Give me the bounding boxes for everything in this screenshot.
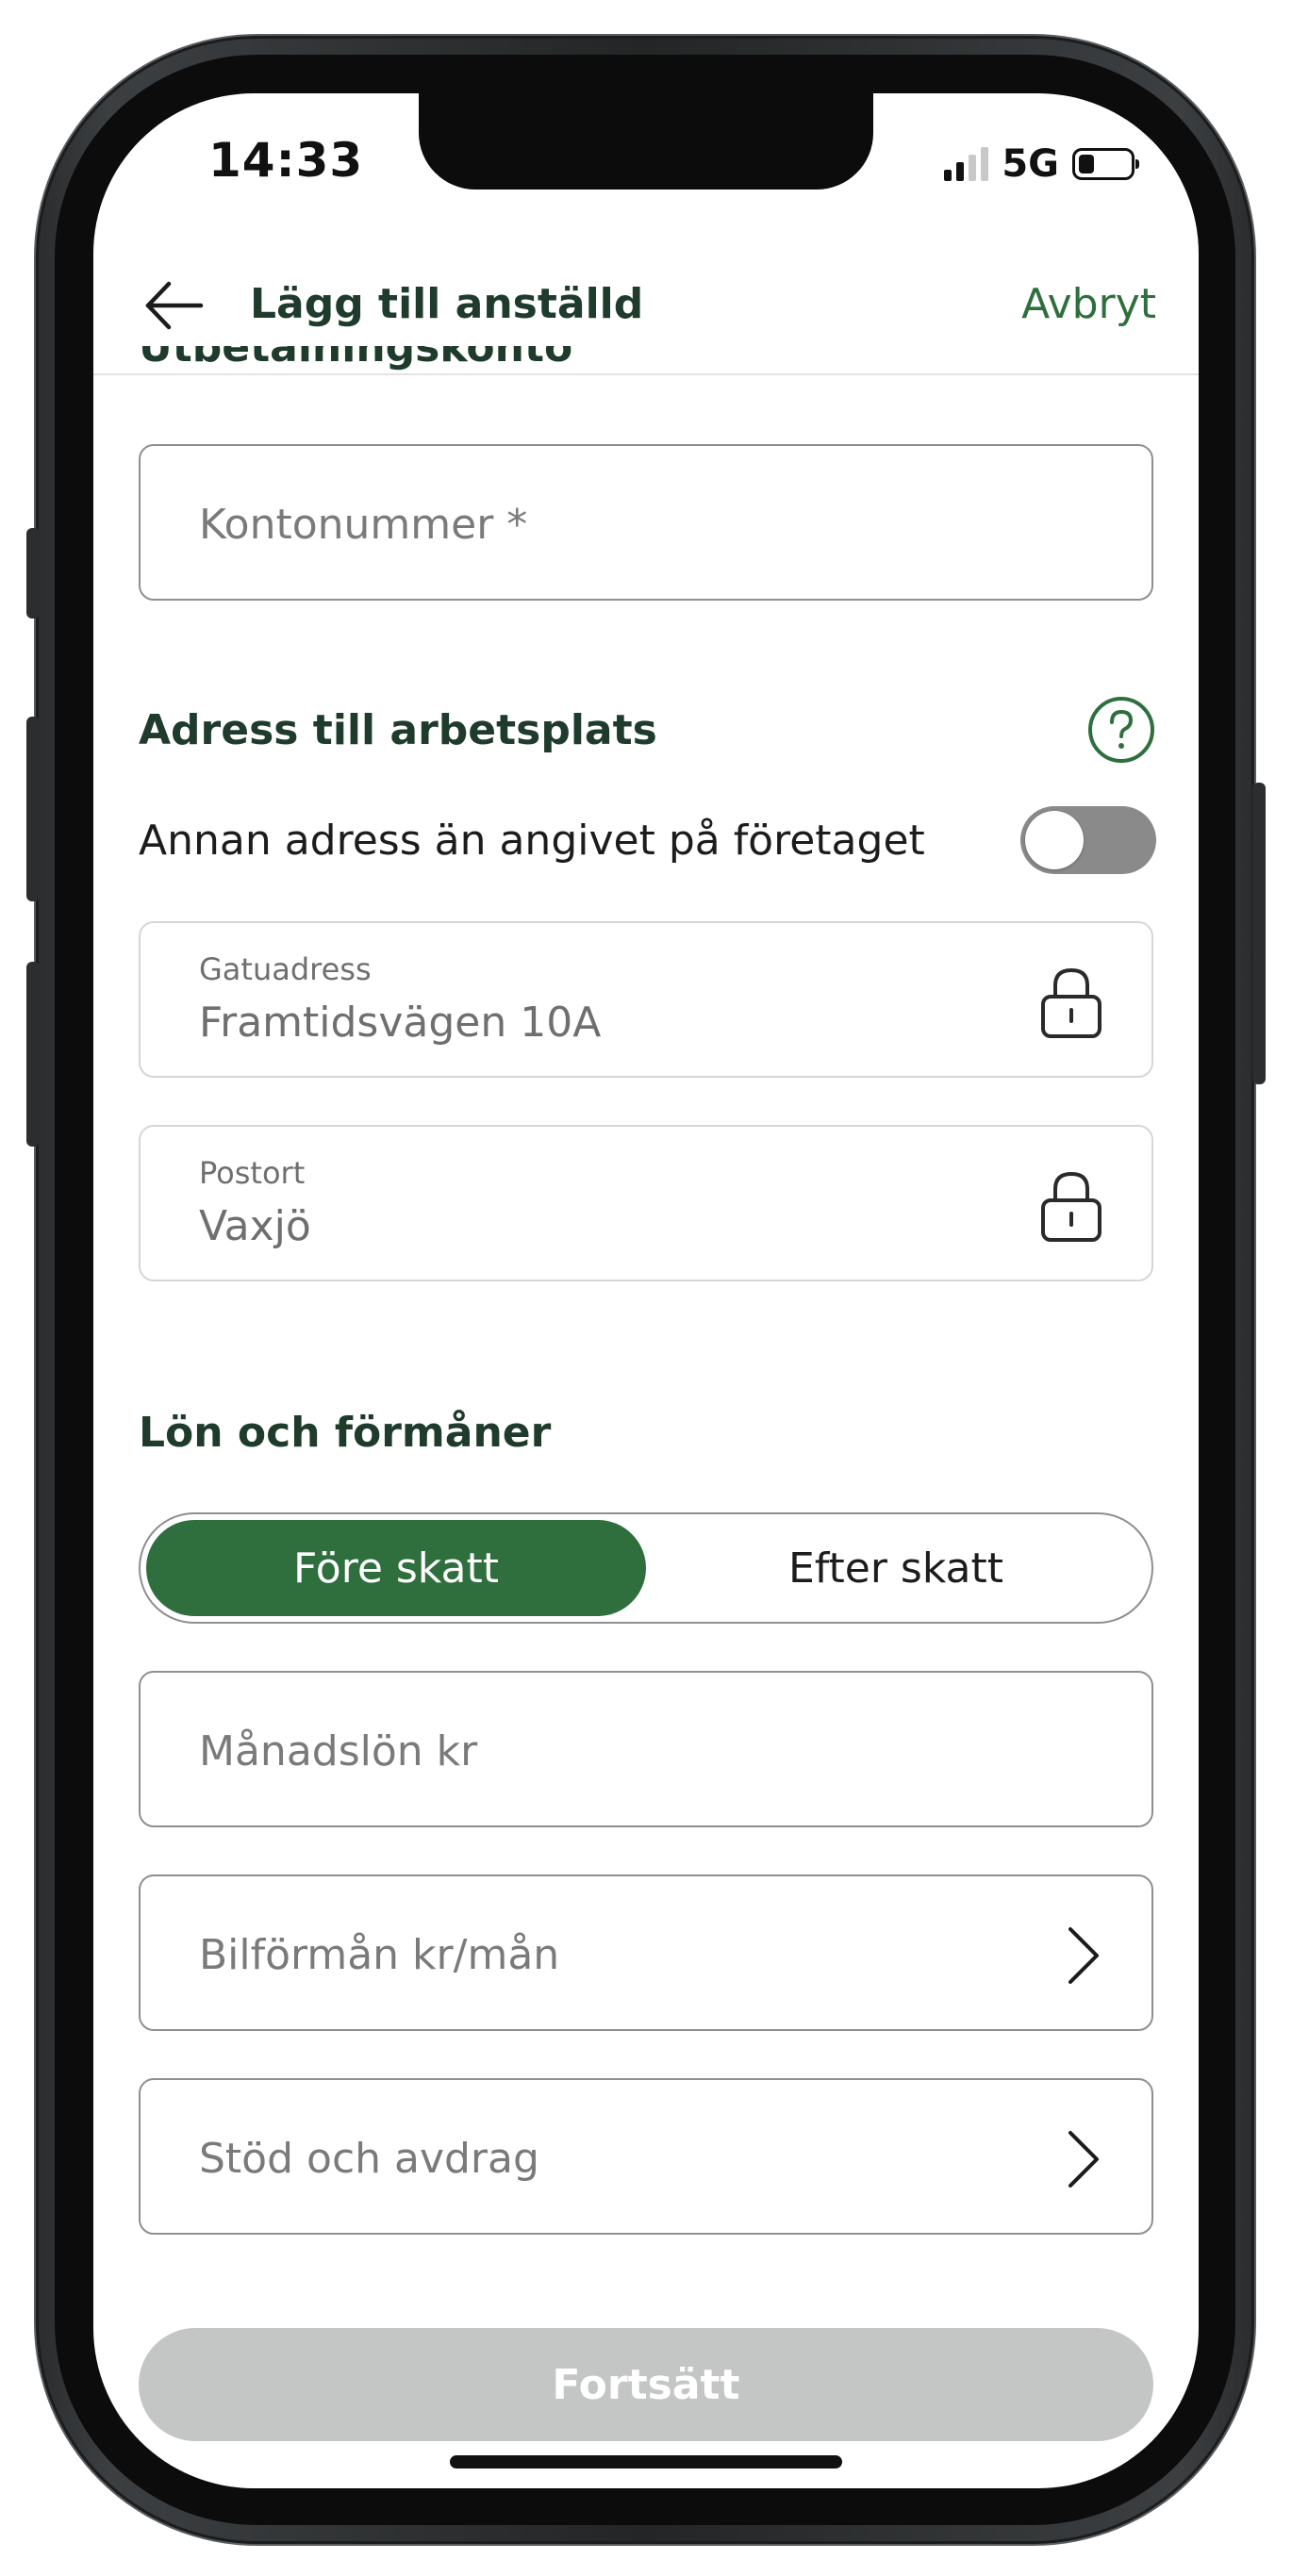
support-deductions-label: Stöd och avdrag (199, 2135, 539, 2183)
other-address-label: Annan adress än angivet på företaget (139, 817, 925, 865)
nav-header: Lägg till anställd Avbryt (93, 263, 1199, 357)
silent-switch (26, 528, 40, 619)
battery-tip (1135, 159, 1139, 169)
header-divider (93, 373, 1199, 375)
tax-segmented-control: Före skatt Efter skatt (139, 1512, 1153, 1624)
arrow-left-icon[interactable] (141, 272, 207, 339)
chevron-right-icon (1068, 1927, 1099, 1984)
notch (419, 93, 873, 190)
continue-button[interactable]: Fortsätt (139, 2328, 1153, 2441)
question-circle-icon[interactable] (1086, 695, 1156, 765)
monthly-salary-placeholder: Månadslön kr (199, 1727, 478, 1775)
status-time: 14:33 (208, 133, 364, 188)
network-type: 5G (1002, 142, 1059, 186)
salary-section-title: Lön och förmåner (139, 1409, 552, 1457)
street-address-value: Framtidsvägen 10A (199, 999, 602, 1047)
city-value: Vaxjö (199, 1202, 311, 1250)
account-number-input[interactable]: Kontonummer * (139, 444, 1153, 601)
segment-before-tax[interactable]: Före skatt (146, 1520, 646, 1616)
battery-fill (1079, 155, 1094, 173)
street-address-field: Gatuadress Framtidsvägen 10A (139, 921, 1153, 1078)
monthly-salary-input[interactable]: Månadslön kr (139, 1671, 1153, 1827)
workplace-section-title: Adress till arbetsplats (139, 706, 657, 754)
lock-icon (1041, 967, 1102, 1038)
car-benefit-row[interactable]: Bilförmån kr/mån (139, 1874, 1153, 2031)
home-indicator[interactable] (450, 2455, 842, 2469)
city-field: Postort Vaxjö (139, 1125, 1153, 1281)
volume-up-button (26, 717, 40, 901)
street-address-label: Gatuadress (199, 951, 372, 987)
status-indicators: 5G (944, 142, 1139, 186)
segment-after-tax[interactable]: Efter skatt (646, 1520, 1146, 1616)
cancel-button[interactable]: Avbryt (1021, 280, 1156, 328)
power-button (1252, 783, 1266, 1084)
chevron-right-icon (1068, 2131, 1099, 2188)
other-address-toggle[interactable] (1020, 806, 1156, 874)
cellular-signal-icon (944, 147, 989, 181)
battery-icon (1072, 148, 1139, 180)
device-stage: 14:33 5G Utbetalningskonto Lägg till ans… (0, 0, 1292, 2576)
toggle-knob (1025, 811, 1084, 869)
account-number-placeholder: Kontonummer * (199, 501, 528, 549)
support-deductions-row[interactable]: Stöd och avdrag (139, 2078, 1153, 2235)
screen: 14:33 5G Utbetalningskonto Lägg till ans… (93, 93, 1199, 2488)
volume-down-button (26, 962, 40, 1147)
city-label: Postort (199, 1155, 306, 1191)
page-title: Lägg till anställd (250, 280, 644, 328)
lock-icon (1041, 1171, 1102, 1242)
car-benefit-label: Bilförmån kr/mån (199, 1931, 560, 1979)
